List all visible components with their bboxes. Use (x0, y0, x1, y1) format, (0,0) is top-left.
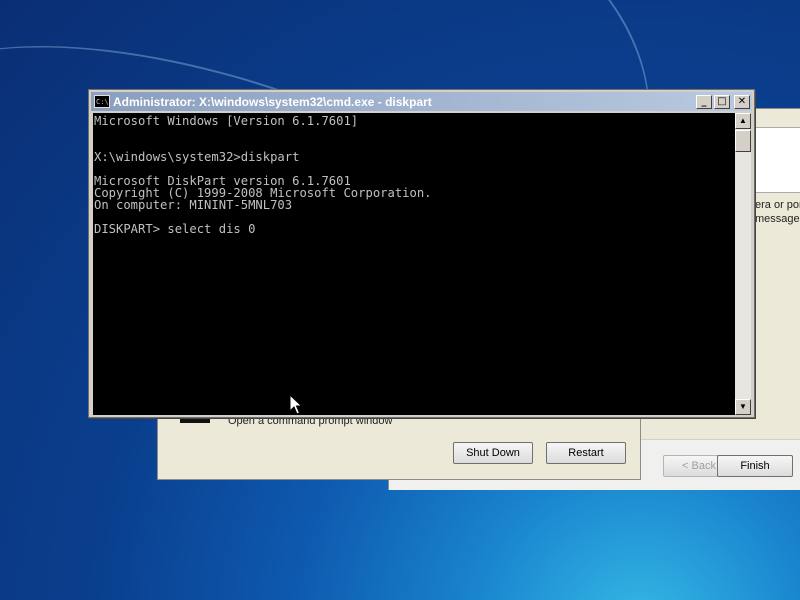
scroll-up-button[interactable]: ▲ (735, 113, 751, 129)
console-line: DISKPART> select dis 0 (94, 222, 256, 236)
wizard-header-area (755, 127, 800, 193)
shut-down-button[interactable]: Shut Down (453, 442, 533, 464)
maximize-button[interactable]: □ (714, 94, 730, 109)
scrollbar-thumb[interactable] (735, 130, 751, 152)
minimize-button[interactable]: _ (696, 94, 712, 109)
vertical-scrollbar[interactable]: ▲ ▼ (735, 113, 751, 415)
console-output[interactable]: Microsoft Windows [Version 6.1.7601] X:\w… (93, 113, 735, 415)
wizard-partial-text: era or por (755, 199, 800, 211)
finish-button[interactable]: Finish (717, 455, 793, 477)
wizard-partial-text: message (755, 213, 800, 225)
close-button[interactable]: ✕ (734, 94, 750, 109)
console-line: X:\windows\system32>diskpart (94, 150, 300, 164)
scroll-down-button[interactable]: ▼ (735, 399, 751, 415)
restart-button[interactable]: Restart (546, 442, 626, 464)
cmd-window[interactable]: C:\ Administrator: X:\windows\system32\c… (88, 89, 755, 418)
command-prompt-icon: C:\ (94, 95, 110, 108)
window-title: Administrator: X:\windows\system32\cmd.e… (113, 94, 432, 109)
console-line: Microsoft Windows [Version 6.1.7601] (94, 114, 359, 128)
console-line: On computer: MININT-5MNL703 (94, 198, 293, 212)
cmd-titlebar[interactable]: C:\ Administrator: X:\windows\system32\c… (91, 92, 752, 111)
